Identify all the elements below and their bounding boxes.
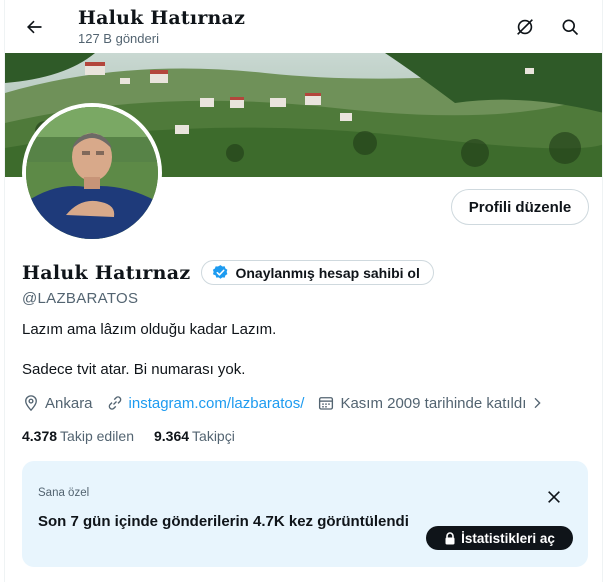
location-pin-icon	[25, 395, 37, 412]
card-message: Son 7 gün içinde gönderilerin 4.7K kez g…	[38, 513, 409, 530]
name-row: Haluk Hatırnaz Onaylanmış hesap sahibi o…	[22, 260, 434, 285]
eye-off-icon	[517, 19, 533, 35]
get-verified-button[interactable]: Onaylanmış hesap sahibi ol	[201, 260, 434, 285]
header-title-block: Haluk Hatırnaz 127 B gönderi	[78, 7, 245, 48]
header-name: Haluk Hatırnaz	[78, 7, 246, 29]
verified-badge-icon	[213, 265, 228, 279]
following-count: 4.378	[22, 428, 58, 444]
open-stats-button[interactable]: İstatistikleri aç	[426, 526, 573, 550]
profile-header: Haluk Hatırnaz 127 B gönderi	[5, 0, 602, 53]
following-link[interactable]: 4.378 Takip edilen	[22, 428, 134, 444]
profile-page: Haluk Hatırnaz 127 B gönderi Profili düz…	[4, 0, 603, 582]
location: Ankara	[22, 394, 93, 412]
verify-label: Onaylanmış hesap sahibi ol	[235, 264, 420, 281]
edit-profile-button[interactable]: Profili düzenle	[451, 189, 589, 225]
profile-meta: Ankara instagram.com/lazbaratos/ Kasım 2…	[22, 394, 558, 412]
card-close-button[interactable]	[542, 485, 566, 509]
joined-text: Kasım 2009 tarihinde katıldı	[340, 394, 527, 412]
open-stats-label: İstatistikleri aç	[461, 530, 555, 546]
search-icon	[562, 19, 579, 36]
profile-avatar[interactable]	[22, 103, 162, 243]
card-label: Sana özel	[38, 487, 90, 499]
lock-icon	[445, 531, 455, 544]
location-text: Ankara	[45, 394, 93, 412]
website: instagram.com/lazbaratos/	[106, 394, 305, 412]
avatar-image	[26, 107, 158, 239]
back-button[interactable]	[17, 10, 51, 44]
follow-counts: 4.378 Takip edilen 9.364 Takipçi	[22, 428, 255, 444]
bio-line-2: Sadece tvit atar. Bi numarası yok.	[22, 361, 246, 378]
arrow-left-icon	[27, 20, 42, 34]
hide-button[interactable]	[510, 12, 540, 42]
close-icon	[548, 491, 560, 503]
joined-date[interactable]: Kasım 2009 tarihinde katıldı	[317, 394, 545, 412]
website-link[interactable]: instagram.com/lazbaratos/	[129, 395, 305, 412]
following-label: Takip edilen	[60, 428, 134, 444]
bio-line-1: Lazım ama lâzım olduğu kadar Lazım.	[22, 321, 277, 338]
followers-label: Takipçi	[192, 428, 235, 444]
analytics-card: Sana özel Son 7 gün içinde gönderilerin …	[22, 461, 588, 567]
user-handle: @LAZBARATOS	[22, 290, 139, 307]
calendar-icon	[319, 397, 334, 410]
post-count: 127 B gönderi	[78, 31, 159, 46]
display-name: Haluk Hatırnaz	[22, 261, 191, 284]
link-icon	[108, 396, 121, 410]
followers-link[interactable]: 9.364 Takipçi	[154, 428, 235, 444]
search-button[interactable]	[555, 12, 585, 42]
chevron-right-icon	[534, 397, 542, 409]
followers-count: 9.364	[153, 428, 190, 444]
